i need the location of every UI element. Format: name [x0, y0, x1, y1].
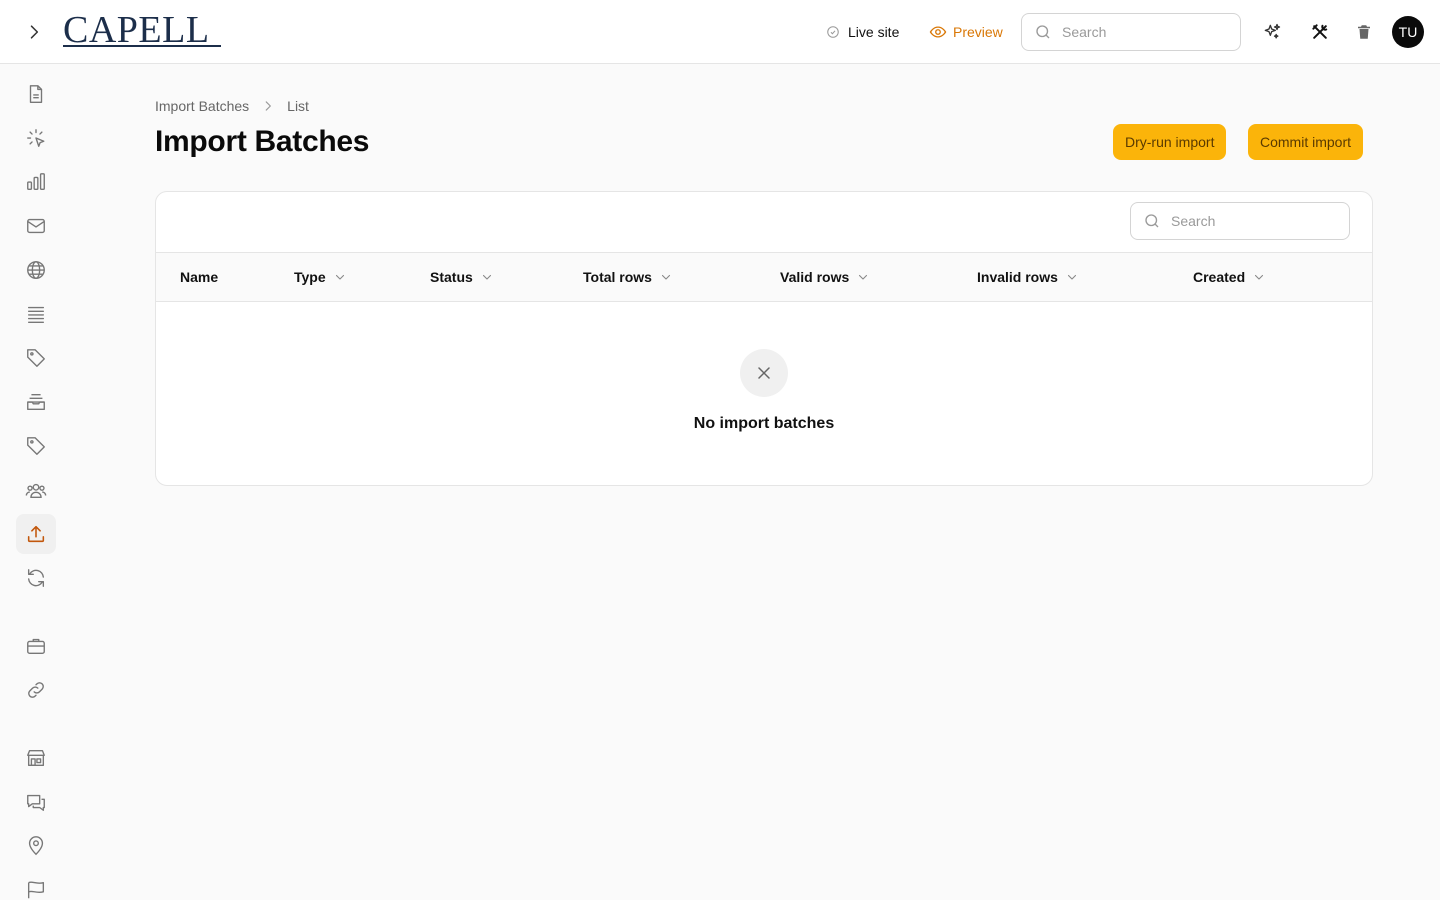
empty-state-icon	[740, 349, 788, 397]
sidebar-item-locations[interactable]	[16, 826, 56, 866]
breadcrumb-parent-link[interactable]: Import Batches	[155, 98, 249, 114]
trash-icon	[1358, 25, 1370, 39]
sidebar-item-sync[interactable]	[16, 558, 56, 598]
check-circle-icon	[827, 26, 839, 38]
preview-label: Preview	[953, 24, 1003, 40]
search-icon	[1036, 25, 1050, 39]
ai-sparkles-button[interactable]	[1256, 16, 1288, 48]
sidebar-item-flags[interactable]	[16, 870, 56, 900]
chevron-down-icon	[335, 274, 344, 280]
sidebar-item-stores[interactable]	[16, 738, 56, 778]
bar-chart-icon	[27, 173, 45, 191]
building-storefront-icon	[27, 749, 45, 767]
mail-icon	[27, 218, 45, 234]
live-site-label: Live site	[848, 24, 900, 40]
sidebar-item-messages[interactable]	[16, 782, 56, 822]
dry-run-import-button[interactable]: Dry-run import	[1113, 124, 1227, 160]
top-bar: CAPELL Live site Preview TU	[0, 0, 1440, 64]
sidebar-item-analytics[interactable]	[16, 162, 56, 202]
page-title: Import Batches	[155, 125, 370, 158]
chevron-down-icon	[859, 274, 868, 280]
chat-bubbles-icon	[27, 794, 45, 811]
empty-state-message: No import batches	[693, 415, 835, 432]
chevron-right-icon	[265, 101, 272, 111]
global-search-input[interactable]	[1062, 24, 1212, 40]
sidebar-item-imports[interactable]	[16, 514, 56, 554]
list-icon	[27, 306, 45, 323]
column-header-total-rows[interactable]: Total rows	[583, 253, 672, 301]
sidebar-item-business[interactable]	[16, 626, 56, 666]
briefcase-icon	[27, 638, 45, 655]
sidebar-item-collections[interactable]	[16, 382, 56, 422]
x-mark-icon	[758, 367, 770, 379]
upload-icon	[27, 525, 45, 543]
global-search	[1021, 13, 1241, 51]
search-icon	[1145, 214, 1159, 228]
chevron-right-icon	[30, 25, 39, 39]
chevron-down-icon	[661, 274, 671, 280]
sidebar-toggle-button[interactable]	[18, 16, 50, 48]
trash-button[interactable]	[1348, 16, 1380, 48]
live-site-link[interactable]: Live site	[826, 20, 899, 44]
chevron-down-icon	[1255, 274, 1264, 280]
brand-logo[interactable]: CAPELL	[63, 10, 210, 50]
flag-icon	[27, 881, 45, 899]
cursor-click-icon	[27, 129, 45, 147]
wrench-screwdriver-icon	[1312, 24, 1328, 39]
sidebar-item-interactions[interactable]	[16, 118, 56, 158]
sidebar-item-mail[interactable]	[16, 206, 56, 246]
sidebar-item-tags[interactable]	[16, 338, 56, 378]
column-header-invalid-rows[interactable]: Invalid rows	[977, 253, 1078, 301]
tag-icon	[27, 437, 45, 455]
sidebar-item-labels[interactable]	[16, 426, 56, 466]
column-header-created[interactable]: Created	[1193, 253, 1265, 301]
refresh-icon	[27, 569, 45, 587]
sidebar-item-users[interactable]	[16, 470, 56, 510]
column-header-valid-rows[interactable]: Valid rows	[780, 253, 869, 301]
table-search	[1130, 202, 1350, 240]
sidebar-item-pages[interactable]	[16, 74, 56, 114]
map-pin-icon	[28, 836, 44, 856]
chevron-down-icon	[1067, 274, 1076, 280]
commit-import-button[interactable]: Commit import	[1248, 124, 1364, 160]
chevron-down-icon	[482, 274, 491, 280]
sidebar-item-lists[interactable]	[16, 294, 56, 334]
column-header-type[interactable]: Type	[294, 253, 346, 301]
document-icon	[29, 85, 43, 103]
preview-link[interactable]: Preview	[929, 20, 1003, 44]
user-avatar[interactable]: TU	[1392, 16, 1424, 48]
globe-icon	[27, 261, 45, 279]
table-search-input[interactable]	[1171, 213, 1321, 229]
sidebar	[0, 65, 72, 900]
tools-button[interactable]	[1304, 16, 1336, 48]
eye-icon	[929, 26, 947, 38]
breadcrumb: Import Batches List	[155, 96, 309, 116]
link-icon	[28, 682, 44, 698]
sidebar-item-sites[interactable]	[16, 250, 56, 290]
inbox-stack-icon	[27, 393, 45, 411]
import-batches-table-card: Name Type Status Total rows Valid rows I…	[155, 191, 1373, 486]
column-header-status[interactable]: Status	[430, 253, 493, 301]
tag-icon	[27, 349, 45, 367]
sparkles-icon	[1264, 23, 1281, 39]
column-header-name: Name	[180, 269, 219, 285]
logo-underline	[63, 45, 221, 47]
breadcrumb-current: List	[287, 98, 309, 114]
users-group-icon	[25, 483, 47, 499]
table-header: Name Type Status Total rows Valid rows I…	[156, 252, 1372, 302]
sidebar-item-links[interactable]	[16, 670, 56, 710]
